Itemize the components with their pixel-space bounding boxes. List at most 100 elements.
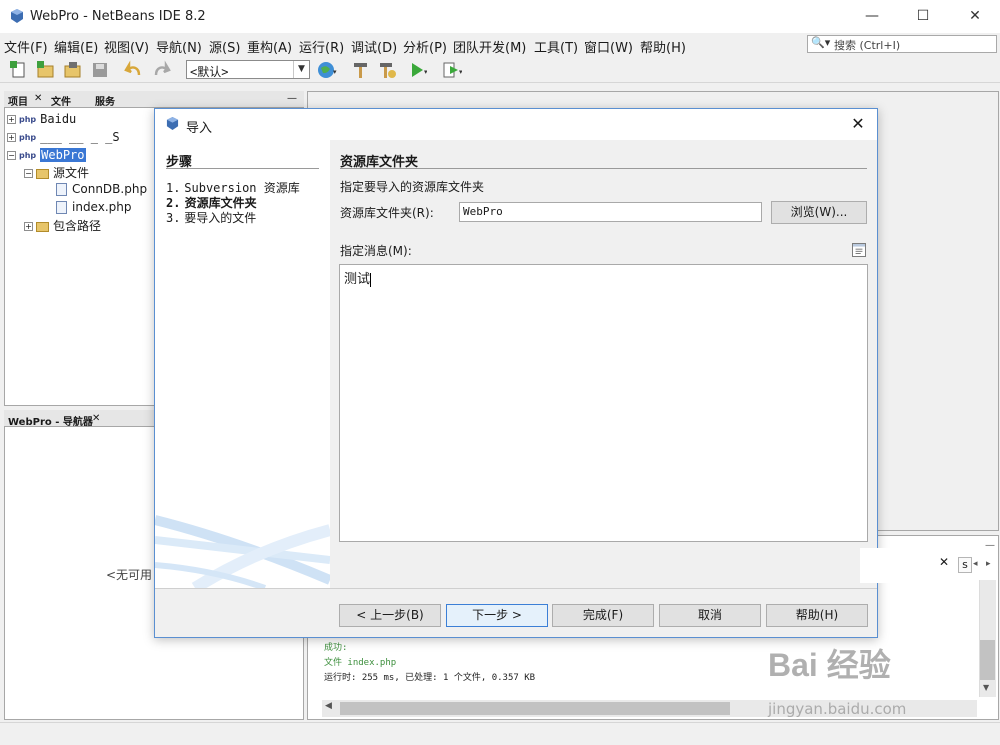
expand-icon[interactable]: + [7,133,16,142]
tree-item-label: ___ __ _ _S [40,130,120,144]
build-hammer-icon[interactable] [351,60,371,80]
menu-navigate[interactable]: 导航(N) [156,37,202,56]
php-project-icon: php [19,133,37,142]
recent-messages-icon[interactable] [852,243,866,257]
finish-button[interactable]: 完成(F) [552,604,654,627]
tree-item-baidu[interactable]: + php Baidu [7,112,76,126]
close-icon[interactable]: ✕ [34,93,42,104]
expand-icon[interactable]: + [7,115,16,124]
menu-view[interactable]: 视图(V) [104,37,149,56]
tab-services[interactable]: 服务 [95,93,115,108]
output-line: 运行时: 255 ms, 已处理: 1 个文件, 0.357 KB [324,673,536,683]
step-number: 3. [166,211,181,225]
tree-item-index[interactable]: index.php [56,200,131,214]
menu-window[interactable]: 窗口(W) [584,37,633,56]
step-label: Subversion 资源库 [184,181,300,195]
clean-build-icon[interactable] [377,60,397,80]
browser-globe-icon[interactable]: ▾ [317,60,337,80]
commit-message-textarea[interactable]: 测试 [339,264,868,542]
menu-edit[interactable]: 编辑(E) [54,37,98,56]
menu-help[interactable]: 帮助(H) [640,37,686,56]
scroll-tabs-left-icon[interactable]: ◂ [973,559,978,569]
menu-profile[interactable]: 分析(P) [403,37,447,56]
menu-run[interactable]: 运行(R) [299,37,344,56]
tree-item-project-2[interactable]: + php ___ __ _ _S [7,130,120,144]
repository-folder-input[interactable]: WebPro [459,202,762,222]
close-window-button[interactable]: ✕ [965,6,985,26]
scrollbar-thumb[interactable] [340,702,730,715]
instruction-text: 指定要导入的资源库文件夹 [340,180,485,194]
library-folder-icon [36,221,49,232]
configuration-select[interactable]: <默认> ▼ [186,60,310,79]
step-number: 2. [166,196,181,210]
output-line: 文件 index.php [324,658,397,668]
divider [340,168,867,169]
output-line: 成功: [324,643,348,653]
back-button[interactable]: < 上一步(B) [339,604,441,627]
scrollbar-thumb[interactable] [980,640,995,680]
browse-button[interactable]: 浏览(W)... [771,201,867,224]
tree-item-label: WebPro [40,148,86,162]
toolbar [0,56,1000,83]
cancel-button[interactable]: 取消 [659,604,761,627]
tree-item-webpro[interactable]: − php WebPro [7,148,86,162]
collapse-icon[interactable]: − [7,151,16,160]
divider [166,168,319,169]
open-project-icon[interactable] [63,60,83,80]
tree-item-conndb[interactable]: ConnDB.php [56,182,147,196]
minimize-button[interactable]: — [862,6,882,26]
next-button[interactable]: 下一步 > [446,604,548,627]
step-label: 资源库文件夹 [184,196,257,210]
tree-item-source-files[interactable]: − 源文件 [24,164,89,181]
menu-debug[interactable]: 调试(D) [351,37,397,56]
menu-refactor[interactable]: 重构(A) [247,37,292,56]
tree-item-label: ConnDB.php [72,182,148,196]
scroll-down-icon[interactable]: ▼ [983,683,989,692]
php-project-icon: php [19,151,37,160]
dialog-close-button[interactable]: ✕ [848,114,868,134]
search-icon: 🔍▾ [811,36,831,49]
debug-project-icon[interactable]: ▾ [442,60,462,80]
tree-item-include-path[interactable]: + 包含路径 [24,217,101,234]
redo-icon[interactable] [151,60,171,80]
new-project-icon[interactable] [36,60,56,80]
close-icon[interactable]: ✕ [939,555,949,569]
output-tab-fragment[interactable]: s [958,557,972,573]
text-cursor [370,272,372,287]
tree-item-label: 源文件 [53,166,90,180]
svg-text:▾: ▾ [424,68,427,76]
svg-text:▾: ▾ [459,68,462,76]
tab-navigator[interactable]: WebPro - 导航器 [8,413,93,428]
baidu-watermark-url: jingyan.baidu.com [768,700,907,718]
repository-folder-label: 资源库文件夹(R): [340,206,434,220]
dialog-title: 导入 [186,121,213,136]
menu-team[interactable]: 团队开发(M) [453,37,526,56]
save-all-icon[interactable] [90,60,110,80]
run-project-icon[interactable]: ▾ [407,60,427,80]
tab-files[interactable]: 文件 [51,93,71,108]
help-button[interactable]: 帮助(H) [766,604,868,627]
php-file-icon [56,183,67,196]
configuration-value: <默认> [190,65,229,79]
collapse-icon[interactable]: − [24,169,33,178]
close-icon[interactable]: ✕ [92,413,100,424]
netbeans-cube-icon [166,117,179,130]
tree-item-label: Baidu [40,112,77,126]
minimize-panel-button[interactable]: — [985,540,995,551]
scroll-tabs-right-icon[interactable]: ▸ [986,559,991,569]
expand-icon[interactable]: + [24,222,33,231]
menu-file[interactable]: 文件(F) [4,37,48,56]
search-placeholder: 搜索 (Ctrl+I) [834,39,901,52]
menu-tools[interactable]: 工具(T) [534,37,578,56]
php-project-icon: php [19,115,37,124]
scroll-left-icon[interactable]: ◀ [325,701,332,711]
menu-source[interactable]: 源(S) [209,37,240,56]
minimize-panel-button[interactable]: — [287,93,297,104]
new-file-icon[interactable] [9,60,29,80]
message-label: 指定消息(M): [340,244,412,258]
tab-projects[interactable]: 项目 [8,93,28,108]
divider [155,588,877,589]
undo-icon[interactable] [124,60,144,80]
maximize-button[interactable]: ☐ [913,6,933,26]
search-input[interactable]: 🔍▾ 搜索 (Ctrl+I) [807,35,997,53]
